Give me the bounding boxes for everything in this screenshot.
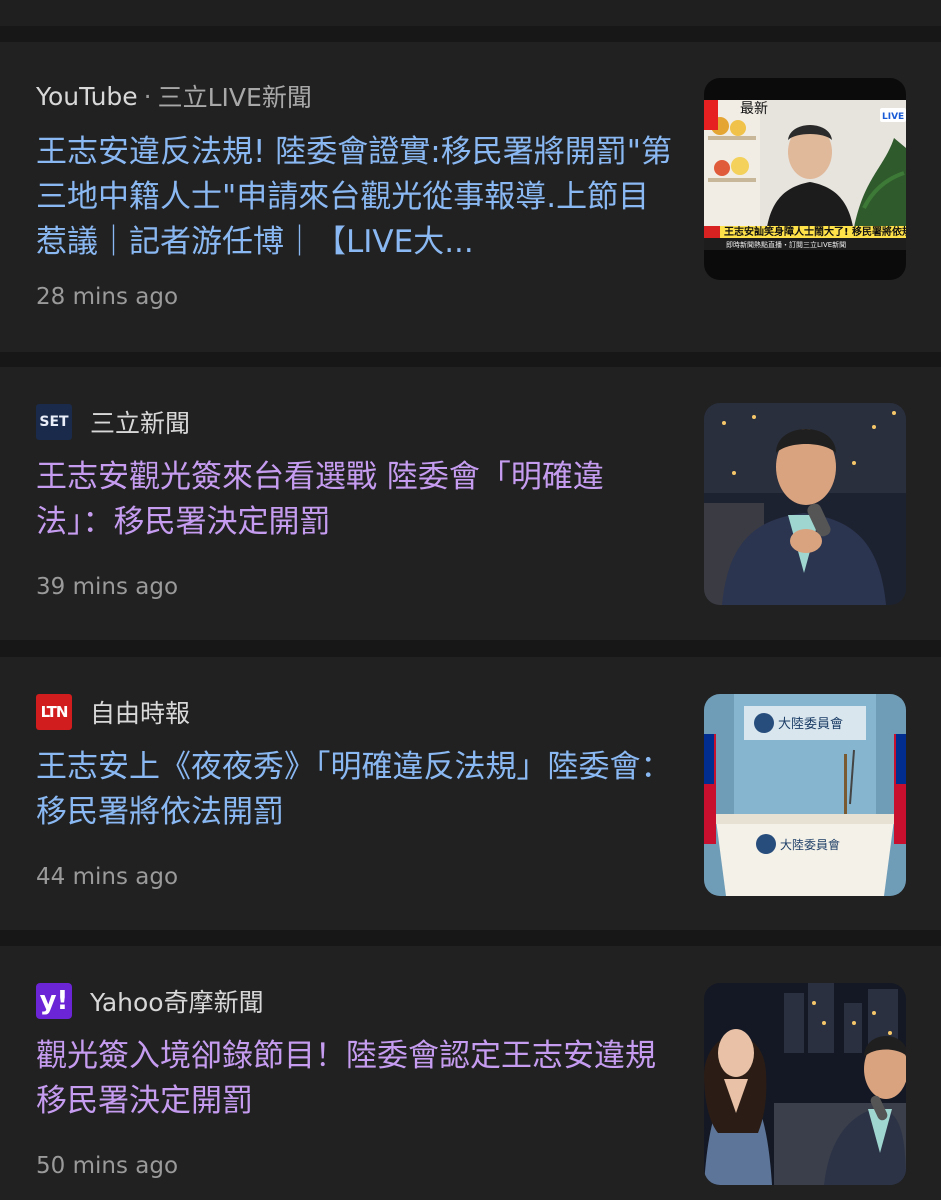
- news-card-set[interactable]: SET 三立新聞 王志安觀光簽來台看選戰 陸委會「明確違法」：移民署決定開罰 3…: [0, 367, 941, 640]
- ltn-logo: LTN: [36, 694, 72, 730]
- source-name: YouTube: [36, 81, 138, 111]
- thumbnail-image[interactable]: [704, 403, 906, 605]
- podium-sign: 大陸委員會: [780, 838, 840, 852]
- set-logo: SET: [36, 404, 72, 440]
- yahoo-logo: y!: [36, 983, 72, 1019]
- source-row: YouTube · 三立LIVE新聞: [36, 76, 312, 116]
- headline-link[interactable]: 觀光簽入境卻錄節目！陸委會認定王志安違規移民署決定開罰: [36, 1034, 676, 1124]
- headline-link[interactable]: 王志安觀光簽來台看選戰 陸委會「明確違法」：移民署決定開罰: [36, 455, 676, 545]
- thumbnail-image[interactable]: [704, 983, 906, 1185]
- live-badge: LIVE: [882, 112, 904, 122]
- source-separator: ·: [143, 81, 152, 111]
- headline-link[interactable]: 王志安上《夜夜秀》「明確違反法規」陸委會：移民署將依法開罰: [36, 745, 676, 835]
- timestamp: 28 mins ago: [36, 284, 179, 310]
- news-card-ltn[interactable]: LTN 自由時報 王志安上《夜夜秀》「明確違反法規」陸委會：移民署將依法開罰 4…: [0, 657, 941, 930]
- thumbnail-banner-text: 最新: [740, 101, 768, 117]
- previous-card-edge: [0, 0, 941, 26]
- thumbnail-image[interactable]: 大陸委員會 大陸委員會: [704, 694, 906, 896]
- news-card-yahoo[interactable]: y! Yahoo奇摩新聞 觀光簽入境卻錄節目！陸委會認定王志安違規移民署決定開罰…: [0, 946, 941, 1200]
- source-row: LTN 自由時報: [36, 692, 190, 732]
- news-feed: YouTube · 三立LIVE新聞 王志安違反法規! 陸委會證實:移民署將開罰…: [0, 0, 941, 1200]
- thumbnail-video[interactable]: 最新 LIVE 王志安訕笑身障人士鬧大了! 移民署將依規 即時新聞熱點直播・訂閱…: [704, 78, 906, 280]
- source-row: y! Yahoo奇摩新聞: [36, 981, 264, 1021]
- source-row: SET 三立新聞: [36, 402, 190, 442]
- timestamp: 44 mins ago: [36, 864, 179, 890]
- source-channel: 三立LIVE新聞: [157, 83, 312, 112]
- source-name: 三立新聞: [90, 409, 191, 438]
- thumbnail-caption: 王志安訕笑身障人士鬧大了! 移民署將依規: [724, 225, 906, 238]
- wall-sign: 大陸委員會: [778, 716, 843, 732]
- source-name: Yahoo奇摩新聞: [90, 988, 264, 1017]
- timestamp: 39 mins ago: [36, 574, 179, 600]
- timestamp: 50 mins ago: [36, 1153, 179, 1179]
- headline-link[interactable]: 王志安違反法規! 陸委會證實:移民署將開罰"第三地中籍人士"申請來台觀光從事報導…: [36, 130, 676, 265]
- news-card-youtube[interactable]: YouTube · 三立LIVE新聞 王志安違反法規! 陸委會證實:移民署將開罰…: [0, 42, 941, 352]
- source-name: 自由時報: [90, 699, 191, 728]
- thumbnail-ticker: 即時新聞熱點直播・訂閱三立LIVE新聞: [726, 240, 846, 249]
